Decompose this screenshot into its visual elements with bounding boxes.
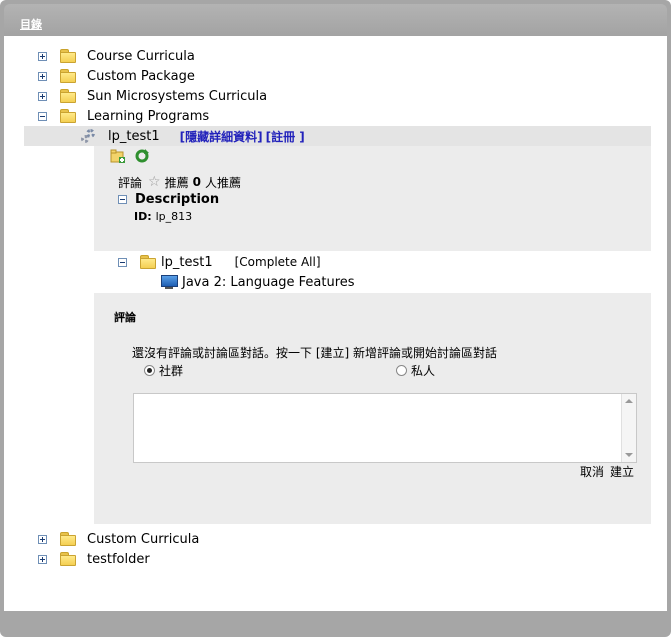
option-private-label[interactable]: 私人 — [411, 362, 435, 379]
folder-icon — [59, 48, 77, 64]
folder-icon — [59, 68, 77, 84]
program-id: ID: lp_813 — [134, 206, 192, 226]
discussion-actions: 取消 建立 — [580, 461, 634, 481]
expand-icon[interactable] — [38, 91, 47, 101]
folder-icon — [59, 531, 77, 547]
hide-details-link[interactable]: [隱藏詳細資料] — [180, 128, 263, 145]
folder-open-icon — [139, 254, 157, 270]
folder-open-icon — [59, 108, 77, 124]
tree-item-testfolder[interactable]: testfolder — [38, 549, 150, 569]
discussion-title-text: 評論 — [114, 311, 136, 324]
radio-private[interactable] — [396, 364, 407, 376]
id-label: ID: — [134, 209, 152, 223]
radio-community[interactable] — [144, 364, 155, 376]
collapse-icon[interactable] — [118, 194, 127, 204]
collapse-icon[interactable] — [118, 257, 127, 267]
complete-all-link[interactable]: [Complete All] — [235, 255, 321, 269]
collapse-icon[interactable] — [38, 111, 47, 121]
discussion-title: 評論 — [114, 307, 136, 327]
option-community[interactable]: 社群 — [144, 360, 183, 380]
window-footer — [4, 611, 667, 633]
course-monitor-icon — [160, 274, 178, 290]
discussion-message-text: 還沒有評論或討論區對話。按一下 [建立] 新增評論或開始討論區對話 — [132, 345, 497, 360]
comment-textarea[interactable] — [133, 393, 637, 463]
catalog-tree-panel: Course Curricula Custom Package Sun Micr… — [4, 36, 667, 611]
option-community-label[interactable]: 社群 — [159, 362, 183, 379]
program-toolbar — [110, 146, 150, 166]
expand-icon[interactable] — [38, 534, 47, 544]
add-to-folder-icon[interactable] — [110, 148, 126, 164]
refresh-icon[interactable] — [134, 148, 150, 164]
tree-item-label[interactable]: Learning Programs — [87, 109, 209, 124]
catalog-title-link[interactable]: 目錄 — [20, 16, 42, 32]
tree-item-sun-microsystems-curricula[interactable]: Sun Microsystems Curricula — [38, 86, 267, 106]
scroll-down-arrow-icon[interactable] — [625, 453, 633, 457]
cancel-button[interactable]: 取消 — [580, 463, 604, 480]
recommend-count: 0 — [192, 175, 201, 189]
register-link[interactable]: [註冊 ] — [266, 128, 305, 145]
discussion-message: 還沒有評論或討論區對話。按一下 [建立] 新增評論或開始討論區對話 — [132, 342, 497, 362]
tree-item-learning-programs[interactable]: Learning Programs — [38, 106, 209, 126]
star-icon[interactable]: ☆ — [148, 174, 161, 190]
expand-icon[interactable] — [38, 71, 47, 81]
tree-item-label[interactable]: testfolder — [87, 552, 150, 567]
learning-program-icon — [80, 128, 98, 144]
course-row[interactable]: Java 2: Language Features — [160, 272, 355, 292]
tree-item-course-curricula[interactable]: Course Curricula — [38, 46, 195, 66]
recommend-label[interactable]: 推薦 — [165, 174, 189, 191]
program-header: lp_test1 [隱藏詳細資料] [註冊 ] — [80, 126, 305, 146]
program-name[interactable]: lp_test1 — [108, 129, 160, 144]
course-label[interactable]: Java 2: Language Features — [182, 275, 355, 290]
folder-icon — [59, 88, 77, 104]
recommend-suffix: 人推薦 — [204, 175, 241, 190]
textarea-scrollbar[interactable] — [621, 394, 636, 462]
option-private[interactable]: 私人 — [396, 360, 435, 380]
tree-item-label[interactable]: Custom Curricula — [87, 532, 199, 547]
tree-item-label[interactable]: Sun Microsystems Curricula — [87, 89, 267, 104]
tree-item-custom-curricula[interactable]: Custom Curricula — [38, 529, 199, 549]
create-button[interactable]: 建立 — [610, 463, 634, 480]
tree-item-label[interactable]: Custom Package — [87, 69, 195, 84]
expand-icon[interactable] — [38, 51, 47, 61]
id-value: lp_813 — [155, 209, 193, 223]
tree-item-custom-package[interactable]: Custom Package — [38, 66, 195, 86]
expand-icon[interactable] — [38, 554, 47, 564]
comments-label[interactable]: 評論 — [118, 174, 142, 191]
tree-item-label[interactable]: Course Curricula — [87, 49, 195, 64]
description-title: Description — [135, 191, 220, 207]
window-header: 目錄 — [4, 4, 667, 36]
sub-folder-label[interactable]: lp_test1 — [161, 255, 213, 270]
scroll-up-arrow-icon[interactable] — [625, 399, 633, 403]
folder-icon — [59, 551, 77, 567]
sub-folder-row[interactable]: lp_test1 [Complete All] — [118, 252, 321, 272]
